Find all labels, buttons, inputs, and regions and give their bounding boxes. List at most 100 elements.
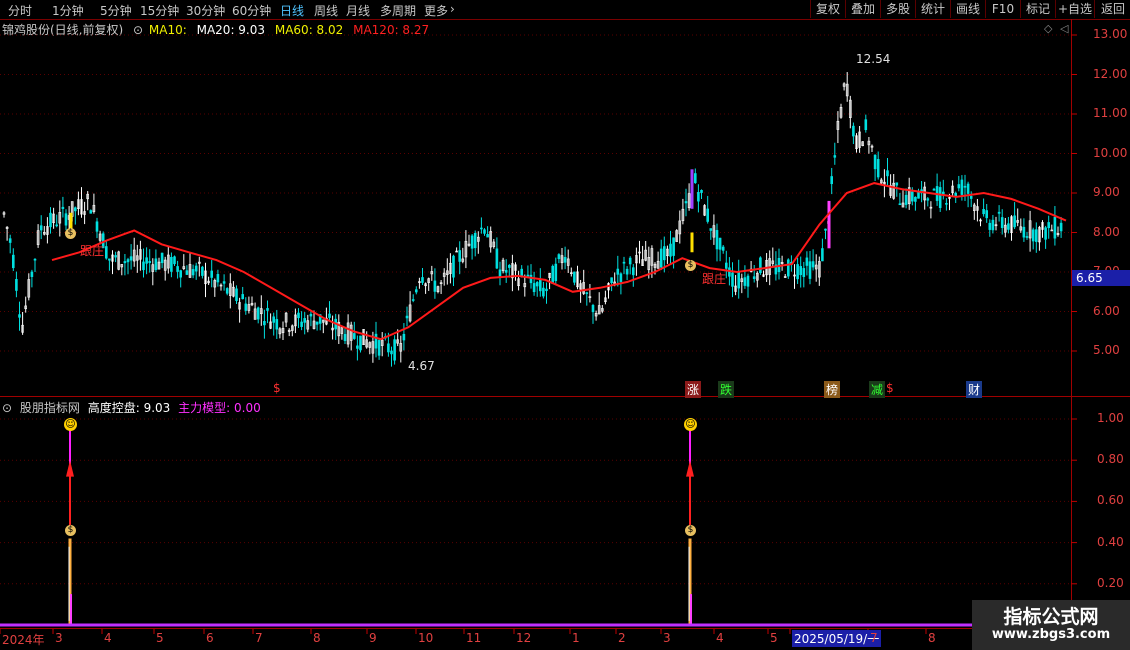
candle-body: [129, 256, 133, 261]
candle-body: [507, 264, 511, 268]
candle-body: [811, 261, 815, 268]
candle-body: [194, 265, 198, 272]
candle-body: [963, 185, 967, 188]
money-bag-icon: $: [65, 228, 76, 239]
candle-body: [108, 258, 111, 261]
candle-body: [802, 268, 806, 277]
indicator-name[interactable]: 股朋指标网: [20, 401, 80, 415]
event-marker-reduce[interactable]: 减: [869, 381, 886, 398]
candle-body: [728, 267, 731, 277]
event-marker-dividend[interactable]: $: [273, 381, 281, 395]
candle-body: [693, 173, 697, 184]
candle-body: [538, 279, 542, 292]
candle-body: [991, 219, 995, 231]
indicator-tick-label: 1.00: [1097, 411, 1124, 425]
candle-body: [830, 176, 834, 185]
follow-label-2: 跟庄: [702, 272, 727, 286]
candle-body: [421, 277, 424, 283]
candle-body: [520, 268, 524, 276]
candle-body: [1022, 226, 1026, 238]
follow-label-1: 跟庄: [80, 244, 105, 258]
candle-body: [15, 279, 18, 291]
candle-body: [123, 261, 127, 264]
candle-body: [300, 321, 303, 327]
price-tick-label: 6.00: [1093, 303, 1120, 318]
candle-body: [470, 235, 474, 249]
smiley-icon: ☺: [64, 418, 77, 431]
candle-body: [1031, 229, 1035, 242]
candle-body: [914, 196, 917, 202]
candle-body: [55, 224, 59, 227]
candle-body: [359, 335, 362, 351]
event-marker-dividend[interactable]: $: [886, 381, 894, 395]
candle-body: [74, 207, 77, 212]
indicator-tick-label: 0.60: [1097, 493, 1124, 508]
candle-body: [235, 288, 238, 301]
candle-body: [700, 189, 703, 193]
candle-body: [873, 154, 877, 170]
watermark-url: www.zbgs3.com: [991, 627, 1111, 642]
candle-body: [957, 184, 961, 189]
candle-body: [297, 312, 300, 319]
candle-body: [185, 270, 189, 275]
date-axis: 2024年 3 4 5 6 7 8 9 10 11 12 1 2 3 4 5 2025/05/19/一 7 8: [0, 629, 1070, 650]
candle-body: [266, 308, 269, 311]
event-marker-finance[interactable]: 财: [966, 381, 983, 398]
candle-body: [473, 233, 477, 249]
candle-body: [737, 272, 741, 289]
smiley-icon: ☺: [684, 418, 697, 431]
candle-body: [731, 272, 734, 287]
high-control-value: 高度控盘: 9.03: [87, 401, 171, 415]
date-tick-label: 12: [516, 631, 532, 645]
candle-body: [672, 237, 675, 256]
indicator-menu-icon[interactable]: ⊙: [2, 401, 12, 415]
candle-body: [414, 289, 418, 293]
price-tick-label: 9.00: [1093, 185, 1120, 199]
price-tick-label: 10.00: [1093, 145, 1128, 160]
candle-body: [628, 257, 632, 265]
watermark-logo: 指标公式网 www.zbgs3.com: [972, 600, 1130, 650]
candle-body: [225, 288, 229, 294]
candle-body: [352, 333, 356, 339]
candle-body: [160, 252, 164, 264]
current-price-tag: 6.65: [1072, 270, 1130, 286]
candle-body: [126, 259, 130, 263]
event-marker-fall[interactable]: 跌: [718, 381, 735, 398]
date-tick-label: 10: [418, 631, 434, 645]
candle-body: [1044, 227, 1047, 240]
low-price-label: 4.67: [408, 359, 435, 373]
candle-body: [89, 210, 93, 214]
candle-body: [799, 266, 803, 276]
candle-body: [752, 276, 756, 279]
event-marker-list[interactable]: 榜: [824, 381, 841, 398]
money-bag-icon: $: [685, 260, 696, 271]
date-tick-label: 4: [716, 631, 724, 645]
candle-body: [411, 299, 415, 301]
candle-body: [532, 283, 536, 293]
candle-body: [969, 196, 973, 199]
price-tick-label: 12.00: [1093, 66, 1128, 81]
candle-body: [393, 339, 396, 361]
candle-body: [272, 316, 276, 323]
candle-body: [886, 170, 889, 177]
candle-body: [343, 334, 347, 341]
candle-body: [724, 262, 728, 269]
candle-body: [495, 248, 499, 269]
candle-body: [625, 268, 629, 275]
candle-body: [303, 318, 307, 323]
candle-body: [176, 266, 179, 272]
event-marker-rise[interactable]: 涨: [685, 381, 702, 398]
candle-body: [105, 246, 108, 259]
candle-body: [173, 256, 176, 265]
candle-body: [932, 188, 936, 191]
indicator-tick-label: 0.20: [1097, 575, 1124, 590]
candle-body: [824, 228, 827, 231]
candle-body: [876, 159, 880, 178]
candle-body: [573, 271, 576, 283]
candle-body: [328, 313, 331, 318]
date-tick-label: 9: [369, 631, 377, 645]
candle-body: [529, 274, 533, 284]
candle-body: [1000, 217, 1004, 228]
candle-body: [387, 343, 390, 353]
money-bag-icon: $: [65, 525, 76, 536]
